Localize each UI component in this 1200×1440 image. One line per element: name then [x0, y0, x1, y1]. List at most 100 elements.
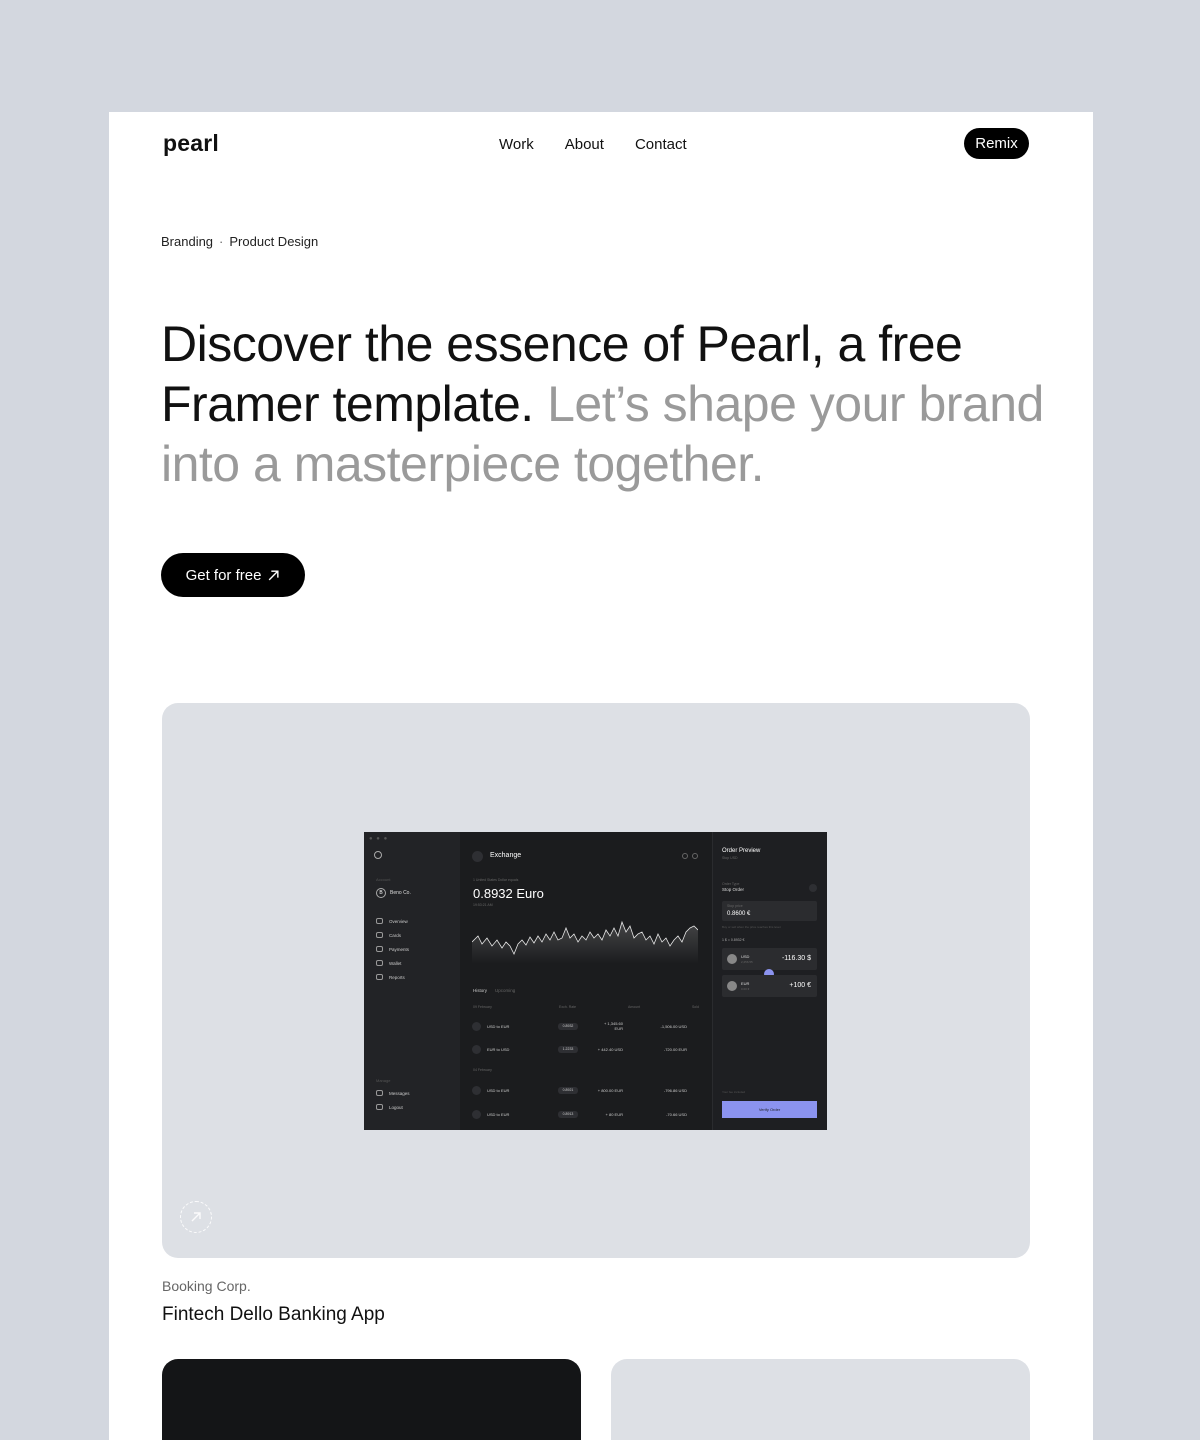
- rate-caption: 1 United States Dollar equals: [473, 878, 519, 882]
- project-card[interactable]: ● ● ● Account B Beno Co. Overview Cards …: [162, 703, 1030, 1258]
- tag-list: Branding · Product Design: [161, 234, 318, 249]
- currency-amount: -116.30 $: [781, 955, 811, 962]
- menu-item-overview: Overview: [376, 918, 409, 924]
- tag-separator: ·: [219, 234, 224, 249]
- hero-heading: Discover the essence of Pearl, a free Fr…: [161, 314, 1061, 494]
- row-sold: -796.86 USD: [663, 1087, 687, 1093]
- history-tabs: History Upcoming: [473, 988, 515, 993]
- eu-flag-icon: [727, 981, 737, 991]
- chevron-down-icon: [809, 884, 817, 892]
- currency-balance: 2,256.55: [741, 960, 753, 964]
- price-note: Buy or sell when the price reaches this …: [722, 925, 782, 929]
- case-title[interactable]: Fintech Dello Banking App: [162, 1304, 385, 1326]
- row-rate: 1.2233: [558, 1045, 578, 1053]
- wallet-icon: [376, 960, 383, 966]
- rate-sparkline: [472, 920, 698, 964]
- order-preview-subtitle: Stop USD: [722, 856, 738, 860]
- nav-item-work[interactable]: Work: [499, 136, 534, 153]
- account-label: Account: [376, 877, 391, 882]
- menu-label: Overview: [389, 918, 408, 924]
- menu-item-reports: Reports: [376, 974, 409, 980]
- fee-note: Your fee included: [722, 1090, 746, 1094]
- tag-branding: Branding: [161, 234, 214, 249]
- history-columns: Exch. Rate Amount Sold: [559, 1005, 699, 1009]
- row-rate: 0.8913: [558, 1110, 578, 1118]
- menu-item-wallet: Wallet: [376, 960, 409, 966]
- nav-item-about[interactable]: About: [565, 136, 604, 153]
- column-header: Amount: [628, 1005, 641, 1009]
- home-icon: [376, 918, 383, 924]
- verify-order-button: Verify Order: [722, 1101, 817, 1118]
- menu-label: Logout: [389, 1104, 403, 1110]
- logout-icon: [376, 1104, 383, 1110]
- currency-name: USD: [741, 954, 750, 959]
- us-flag-icon: [727, 954, 737, 964]
- settings-icon: [692, 853, 698, 859]
- case-client: Booking Corp.: [162, 1278, 251, 1294]
- back-arrow-icon: [472, 851, 483, 862]
- history-date: 09 February: [473, 1005, 492, 1009]
- cta-label: Get for free: [185, 566, 262, 584]
- project-card-dark[interactable]: [162, 1359, 581, 1440]
- row-sold: -1,506.00 USD: [660, 1023, 687, 1029]
- column-header: Exch. Rate: [559, 1005, 577, 1009]
- sun-icon: [374, 851, 382, 859]
- arrow-up-right-icon[interactable]: [180, 1201, 212, 1233]
- currency-from: USD 2,256.55 -116.30 $: [722, 948, 817, 970]
- stop-price-field: Stop price 0.8600 €: [722, 901, 817, 921]
- row-pair: USD to EUR: [487, 1111, 510, 1117]
- exchange-icon: [472, 1109, 481, 1119]
- app-main: Exchange 1 United States Dollar equals 0…: [460, 832, 712, 1130]
- history-row: USD to EUR 0.8932 + 1,345.60 EUR -1,506.…: [472, 1019, 698, 1033]
- tag-product-design: Product Design: [229, 234, 319, 249]
- menu-label: Messages: [389, 1090, 410, 1096]
- row-amount: + 1,345.60 EUR: [603, 1021, 623, 1031]
- row-pair: USD to EUR: [487, 1023, 510, 1029]
- stop-price-value: 0.8600 €: [727, 911, 751, 917]
- history-row: USD to EUR 0.8921 + 800.00 EUR -796.86 U…: [472, 1083, 698, 1097]
- row-pair: USD to EUR: [487, 1087, 510, 1093]
- refresh-icon: [682, 853, 688, 859]
- history-row: EUR to USD 1.2233 + 442.40 USD -720.00 E…: [472, 1042, 698, 1056]
- top-icons: [682, 853, 700, 859]
- remix-button[interactable]: Remix: [964, 128, 1029, 159]
- currency-to: EUR 0.00 € +100 €: [722, 975, 817, 997]
- nav-item-contact[interactable]: Contact: [635, 136, 687, 153]
- main-nav: Work About Contact: [499, 136, 687, 153]
- arrow-up-right-icon: [269, 569, 279, 580]
- window-dots-icon: ● ● ●: [369, 836, 389, 842]
- app-bottom-menu: Messages Logout: [376, 1090, 410, 1110]
- menu-label: Cards: [389, 932, 402, 938]
- payment-icon: [376, 946, 383, 952]
- exchange-icon: [472, 1021, 481, 1031]
- app-menu: Overview Cards Payments Wallet Reports: [376, 918, 409, 980]
- row-pair: EUR to USD: [487, 1046, 510, 1052]
- exchange-rate: 0.8932 Euro: [473, 886, 544, 901]
- app-screenshot: ● ● ● Account B Beno Co. Overview Cards …: [364, 832, 827, 1130]
- manage-label: Manage: [376, 1078, 391, 1083]
- history-date: 04 February: [473, 1068, 492, 1072]
- order-type-label: Order Type: [722, 882, 740, 886]
- logo[interactable]: pearl: [163, 130, 219, 157]
- order-preview-panel: Order Preview Stop USD Order Type Stop O…: [712, 832, 827, 1130]
- currency-name: EUR: [741, 981, 750, 986]
- menu-item-cards: Cards: [376, 932, 409, 938]
- get-for-free-button[interactable]: Get for free: [161, 553, 305, 597]
- exchange-icon: [472, 1044, 481, 1054]
- currency-amount: +100 €: [789, 982, 811, 989]
- message-icon: [376, 1090, 383, 1096]
- account-switcher: B Beno Co.: [376, 888, 411, 898]
- menu-item-logout: Logout: [376, 1104, 410, 1110]
- row-rate: 0.8932: [558, 1022, 578, 1030]
- menu-label: Wallet: [389, 960, 402, 966]
- row-amount: + 800.00 EUR: [597, 1087, 623, 1093]
- currency-balance: 0.00 €: [741, 987, 750, 991]
- project-card-light[interactable]: [611, 1359, 1030, 1440]
- row-sold: -70.66 USD: [666, 1111, 687, 1117]
- exchange-title: Exchange: [490, 852, 522, 859]
- order-preview-title: Order Preview: [722, 848, 761, 854]
- menu-label: Reports: [389, 974, 405, 980]
- exchange-icon: [472, 1085, 481, 1095]
- menu-item-messages: Messages: [376, 1090, 410, 1096]
- account-badge: B: [376, 888, 386, 898]
